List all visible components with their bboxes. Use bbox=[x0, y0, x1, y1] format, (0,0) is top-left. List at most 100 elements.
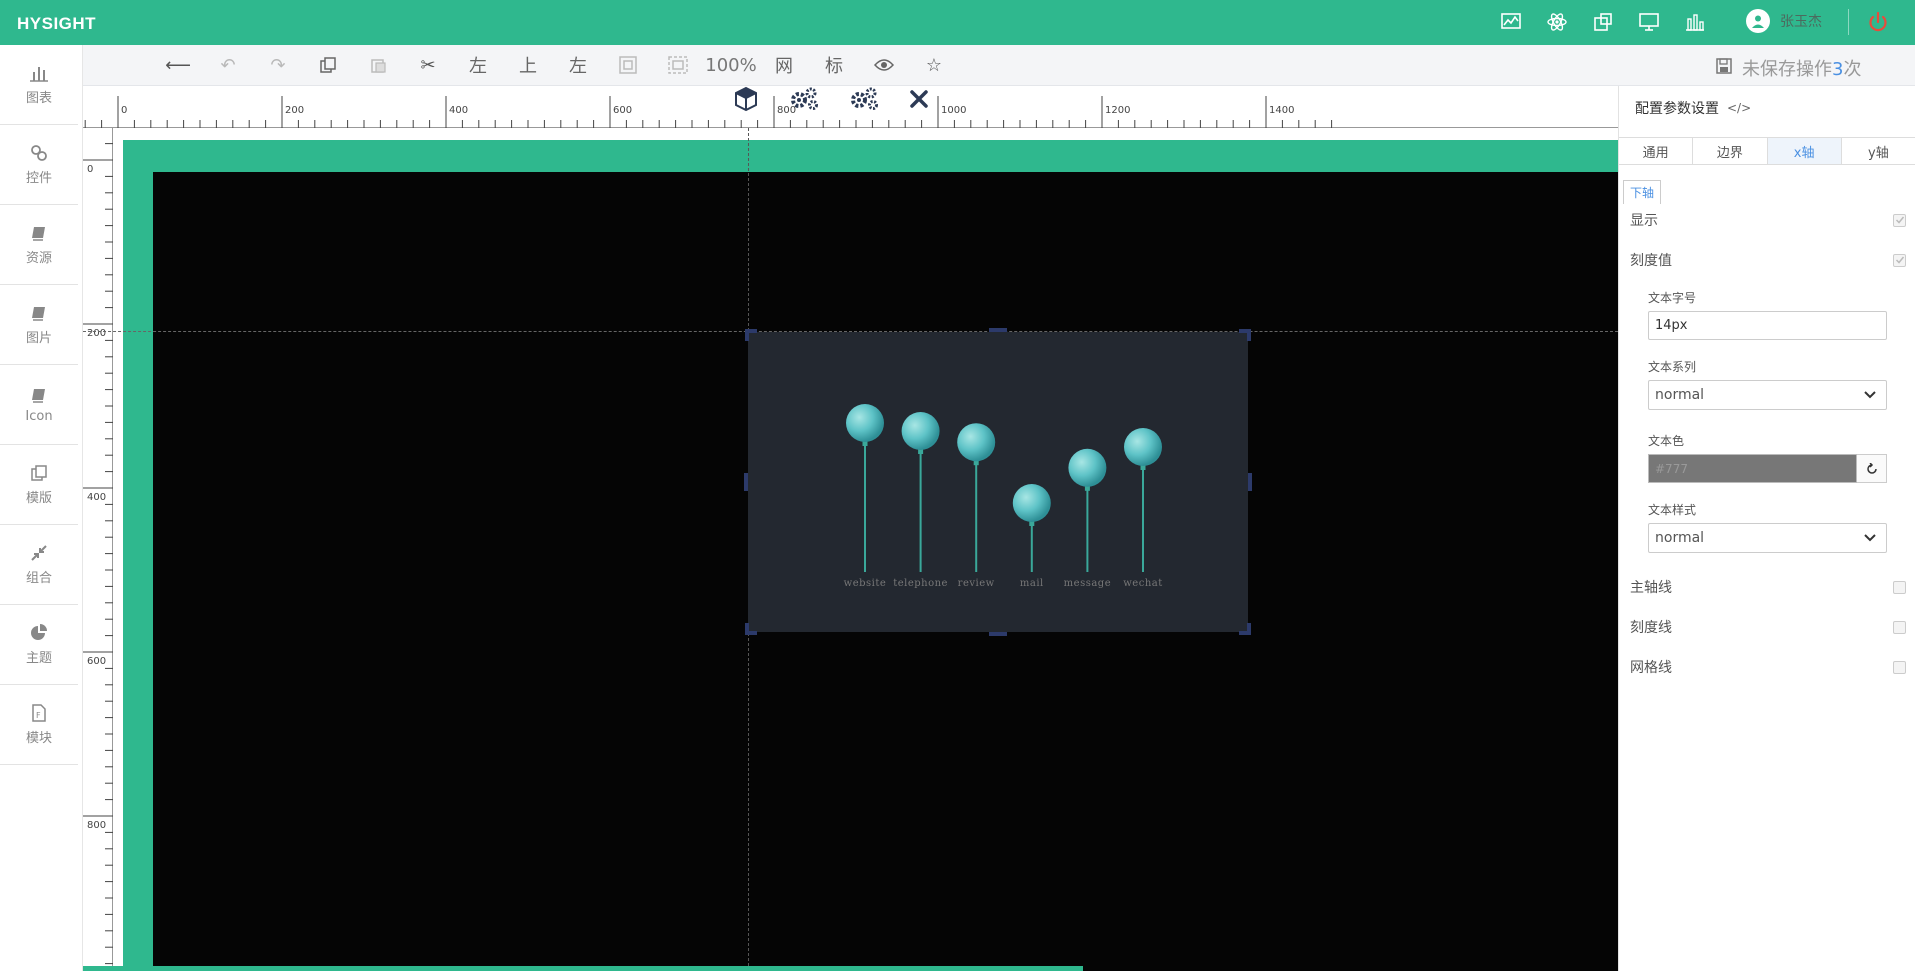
mark-toggle-button[interactable]: 标 bbox=[809, 53, 859, 77]
resize-handle-tr-v[interactable] bbox=[1247, 329, 1251, 341]
resize-handle-left[interactable] bbox=[744, 473, 748, 491]
axis-line-row: 主轴线 bbox=[1630, 577, 1906, 597]
ruler-label-h: 600 bbox=[613, 105, 632, 116]
unsaved-status[interactable]: 未保存操作3次 bbox=[1716, 55, 1861, 81]
panel-title: 配置参数设置 </> bbox=[1635, 98, 1751, 118]
advanced-gears-icon[interactable] bbox=[849, 86, 879, 116]
balloon-review[interactable] bbox=[957, 423, 996, 462]
panel-tab-1[interactable]: 边界 bbox=[1693, 138, 1768, 164]
x-axis-label: message bbox=[1064, 578, 1111, 589]
resize-handle-right[interactable] bbox=[1248, 473, 1252, 491]
sidebar-item-2[interactable]: 资源 bbox=[0, 205, 78, 285]
ruler-label-h: 1400 bbox=[1269, 105, 1294, 116]
zoom-level[interactable]: 100% bbox=[703, 53, 759, 77]
sidebar-item-label: 控件 bbox=[25, 171, 52, 186]
sidebar-item-4[interactable]: Icon bbox=[0, 365, 78, 445]
font-style-label: 文本样式 bbox=[1648, 503, 1697, 517]
monitor-chart-icon[interactable] bbox=[1500, 11, 1522, 33]
file-icon: F bbox=[29, 703, 49, 723]
puzzle-icon[interactable] bbox=[1592, 11, 1614, 33]
chevron-down-icon bbox=[1864, 387, 1876, 403]
app-logo: HYSIGHT bbox=[17, 14, 97, 33]
text-color-picker[interactable]: #777 bbox=[1648, 454, 1887, 483]
cube-icon[interactable] bbox=[733, 86, 759, 116]
balloon-website[interactable] bbox=[846, 404, 884, 442]
font-family-label: 文本系列 bbox=[1648, 360, 1697, 374]
pie-icon bbox=[29, 623, 49, 643]
grid-line-checkbox[interactable] bbox=[1893, 660, 1906, 674]
copy-icon[interactable] bbox=[303, 53, 353, 77]
back-arrow-icon[interactable]: ⟵ bbox=[153, 53, 203, 77]
x-axis-label: review bbox=[958, 578, 995, 589]
balloon-message[interactable] bbox=[1068, 448, 1107, 487]
save-icon[interactable] bbox=[1716, 57, 1732, 79]
paste-icon[interactable] bbox=[353, 53, 403, 77]
align-top-button[interactable]: 上 bbox=[503, 53, 553, 77]
resize-handle-tl-v[interactable] bbox=[745, 329, 749, 341]
bar-chart-icon bbox=[29, 63, 49, 83]
align-left-2-button[interactable]: 左 bbox=[553, 53, 603, 77]
balloon-wechat[interactable] bbox=[1124, 428, 1162, 466]
fit-screen-icon[interactable] bbox=[603, 53, 653, 77]
user-menu[interactable]: 张玉杰 bbox=[1746, 9, 1822, 33]
horizontal-scroll-indicator[interactable] bbox=[83, 966, 1083, 971]
book-icon bbox=[29, 303, 49, 323]
ruler-label-v: 600 bbox=[87, 656, 106, 667]
show-label: 显示 bbox=[1630, 213, 1658, 229]
undo-icon[interactable]: ↶ bbox=[203, 53, 253, 77]
align-left-button[interactable]: 左 bbox=[453, 53, 503, 77]
sidebar-item-5[interactable]: 模版 bbox=[0, 445, 78, 525]
cut-icon[interactable]: ✂ bbox=[403, 53, 453, 77]
sidebar-item-6[interactable]: 组合 bbox=[0, 525, 78, 605]
sidebar-item-3[interactable]: 图片 bbox=[0, 285, 78, 365]
balloon-mail[interactable] bbox=[1012, 484, 1051, 522]
svg-text:F: F bbox=[36, 711, 41, 720]
text-color-swatch[interactable]: #777 bbox=[1648, 454, 1857, 483]
resize-handle-br-v[interactable] bbox=[1247, 623, 1251, 635]
panel-title-text: 配置参数设置 bbox=[1635, 101, 1719, 117]
balloon-chart-widget[interactable]: website telephone review mail message wechat bbox=[744, 328, 1252, 636]
font-family-select[interactable]: normal bbox=[1648, 380, 1887, 410]
redo-icon[interactable]: ↷ bbox=[253, 53, 303, 77]
panel-tab-0[interactable]: 通用 bbox=[1619, 138, 1694, 164]
sidebar-item-0[interactable]: 图表 bbox=[0, 45, 78, 125]
top-icons bbox=[1500, 11, 1706, 35]
show-checkbox[interactable] bbox=[1893, 213, 1906, 227]
reset-icon[interactable] bbox=[1857, 454, 1887, 483]
resize-handle-bl-v[interactable] bbox=[745, 623, 749, 635]
preview-eye-icon[interactable] bbox=[859, 53, 909, 77]
copy-icon bbox=[29, 463, 49, 483]
widget-quick-tools bbox=[733, 86, 929, 116]
grid-line-label: 网格线 bbox=[1630, 660, 1672, 676]
link-icon bbox=[29, 143, 49, 163]
editor-toolbar: ⟵ ↶ ↷ ✂ 左 上 左 100% 网 标 ☆ 未保存操作3次 bbox=[83, 45, 1915, 86]
star-icon[interactable]: ☆ bbox=[909, 53, 959, 77]
grid-toggle-button[interactable]: 网 bbox=[759, 53, 809, 77]
desktop-icon[interactable] bbox=[1638, 11, 1660, 33]
ruler-label-v: 800 bbox=[87, 820, 106, 831]
settings-gears-icon[interactable] bbox=[789, 86, 819, 116]
sidebar-item-1[interactable]: 控件 bbox=[0, 125, 78, 205]
book-icon bbox=[29, 385, 49, 405]
sidebar-item-7[interactable]: 主题 bbox=[0, 605, 78, 685]
tick-value-checkbox[interactable] bbox=[1893, 253, 1906, 267]
tick-line-checkbox[interactable] bbox=[1893, 620, 1906, 634]
atom-icon[interactable] bbox=[1546, 11, 1568, 33]
font-size-input[interactable]: 14px bbox=[1648, 311, 1887, 340]
panel-tab-2[interactable]: x轴 bbox=[1767, 138, 1842, 164]
top-bar: HYSIGHT 张玉杰 bbox=[0, 0, 1915, 45]
bar-chart-icon[interactable] bbox=[1684, 11, 1706, 33]
sidebar-item-8[interactable]: F 模块 bbox=[0, 685, 78, 765]
balloon-telephone[interactable] bbox=[901, 412, 940, 450]
resize-icon[interactable] bbox=[653, 53, 703, 77]
power-icon[interactable] bbox=[1865, 9, 1891, 35]
resize-handle-bottom[interactable] bbox=[989, 632, 1007, 636]
code-icon[interactable]: </> bbox=[1727, 101, 1751, 115]
delete-x-icon[interactable] bbox=[909, 89, 929, 113]
subtab-bottom-axis[interactable]: 下轴 bbox=[1623, 180, 1662, 204]
panel-tab-3[interactable]: y轴 bbox=[1842, 138, 1915, 164]
resize-handle-top[interactable] bbox=[989, 328, 1007, 332]
ruler-label-v: 200 bbox=[87, 328, 106, 339]
axis-line-checkbox[interactable] bbox=[1893, 580, 1906, 594]
font-style-select[interactable]: normal bbox=[1648, 523, 1887, 553]
